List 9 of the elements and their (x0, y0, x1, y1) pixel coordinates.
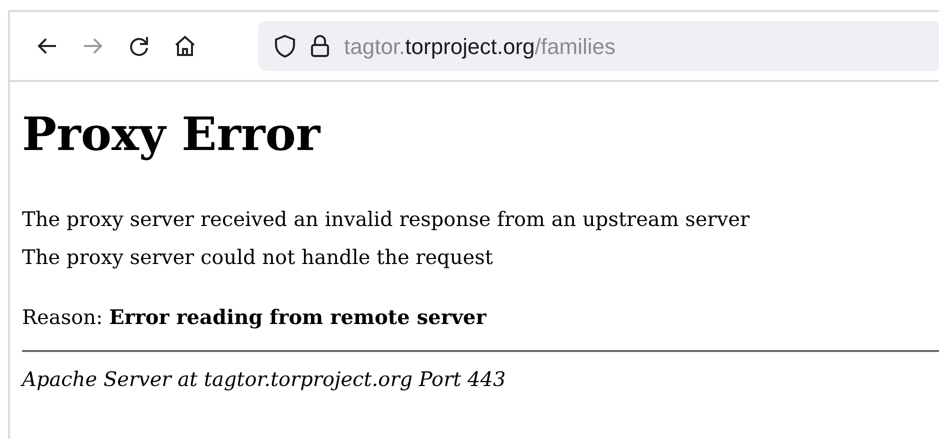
shield-icon[interactable] (274, 34, 296, 58)
url-text[interactable]: tagtor.torproject.org/families (344, 30, 616, 62)
lock-icon[interactable] (310, 34, 330, 58)
address-bar[interactable]: tagtor.torproject.org/families (258, 21, 939, 71)
message-line: The proxy server received an invalid response from an upstream server (22, 206, 750, 233)
error-reason: Reason: Error reading from remote server (22, 304, 488, 331)
page-heading: Proxy Error (22, 106, 322, 163)
server-signature: Apache Server at tagtor.torproject.org Port 443 (22, 366, 507, 393)
message-line: The proxy server could not handle the request (22, 244, 493, 271)
